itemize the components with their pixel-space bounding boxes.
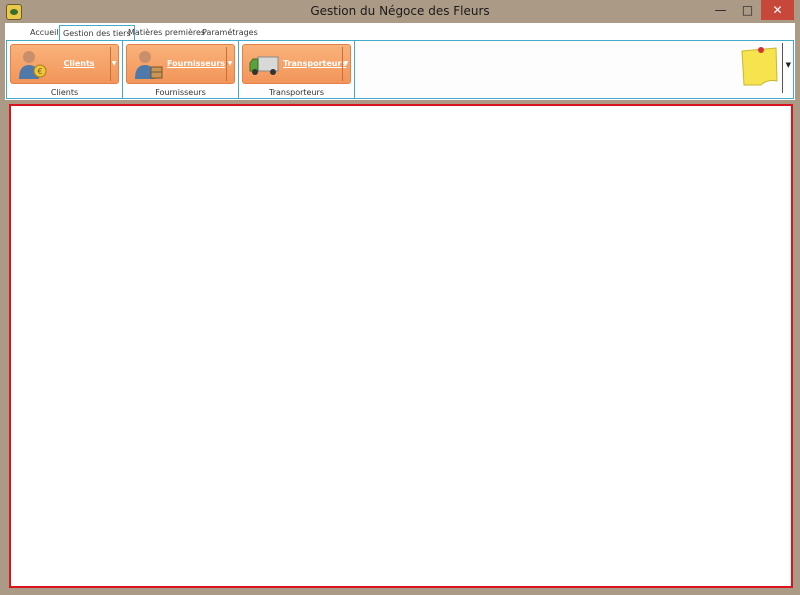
clients-button[interactable]: € Clients ▼ bbox=[10, 44, 119, 84]
group-clients: € Clients ▼ Clients bbox=[7, 41, 123, 98]
maximize-button[interactable]: □ bbox=[734, 0, 761, 20]
minimize-button[interactable]: — bbox=[707, 0, 734, 20]
tab-gestion-des-tiers[interactable]: Gestion des tiers bbox=[59, 25, 135, 40]
truck-icon bbox=[249, 56, 279, 75]
group-fournisseurs: Fournisseurs ▼ Fournisseurs bbox=[123, 41, 239, 98]
clients-button-label: Clients bbox=[63, 59, 95, 68]
clients-dropdown-arrow[interactable]: ▼ bbox=[111, 45, 117, 83]
transporteurs-dropdown-arrow[interactable]: ▼ bbox=[343, 45, 349, 83]
title-bar[interactable]: Gestion du Négoce des Fleurs — □ ✕ bbox=[0, 0, 800, 24]
ribbon-options-dropdown[interactable]: ▼ bbox=[786, 61, 791, 69]
transporteurs-button-label: Transporteurs bbox=[283, 59, 347, 68]
transporteurs-button[interactable]: Transporteurs ▼ bbox=[242, 44, 351, 84]
tab-matieres-premieres[interactable]: Matières premières bbox=[125, 25, 208, 40]
client-icon: € bbox=[19, 51, 47, 79]
fournisseurs-dropdown-arrow[interactable]: ▼ bbox=[227, 45, 233, 83]
window-title: Gestion du Négoce des Fleurs bbox=[310, 4, 490, 18]
close-button[interactable]: ✕ bbox=[761, 0, 794, 20]
group-label-clients: Clients bbox=[50, 88, 79, 97]
tab-parametrages[interactable]: Paramétrages bbox=[199, 25, 261, 40]
main-content-area[interactable] bbox=[9, 104, 793, 588]
ribbon-panel: € Clients ▼ Clients Fournisseurs ▼ Fourn… bbox=[6, 40, 794, 99]
svg-text:€: € bbox=[37, 67, 42, 76]
ribbon-tabs: Accueil Gestion des tiers Matières premi… bbox=[5, 23, 795, 40]
ribbon-divider bbox=[782, 43, 783, 93]
ribbon-area: Accueil Gestion des tiers Matières premi… bbox=[5, 23, 795, 100]
supplier-icon bbox=[135, 51, 163, 79]
group-transporteurs: Transporteurs ▼ Transporteurs bbox=[239, 41, 355, 98]
group-label-transporteurs: Transporteurs bbox=[269, 88, 324, 97]
fournisseurs-button-label: Fournisseurs bbox=[167, 59, 226, 68]
fournisseurs-button[interactable]: Fournisseurs ▼ bbox=[126, 44, 235, 84]
sticky-note-icon[interactable] bbox=[739, 45, 779, 87]
tab-accueil[interactable]: Accueil bbox=[27, 25, 62, 40]
group-label-fournisseurs: Fournisseurs bbox=[155, 88, 206, 97]
app-window: Gestion du Négoce des Fleurs — □ ✕ Accue… bbox=[0, 0, 800, 595]
